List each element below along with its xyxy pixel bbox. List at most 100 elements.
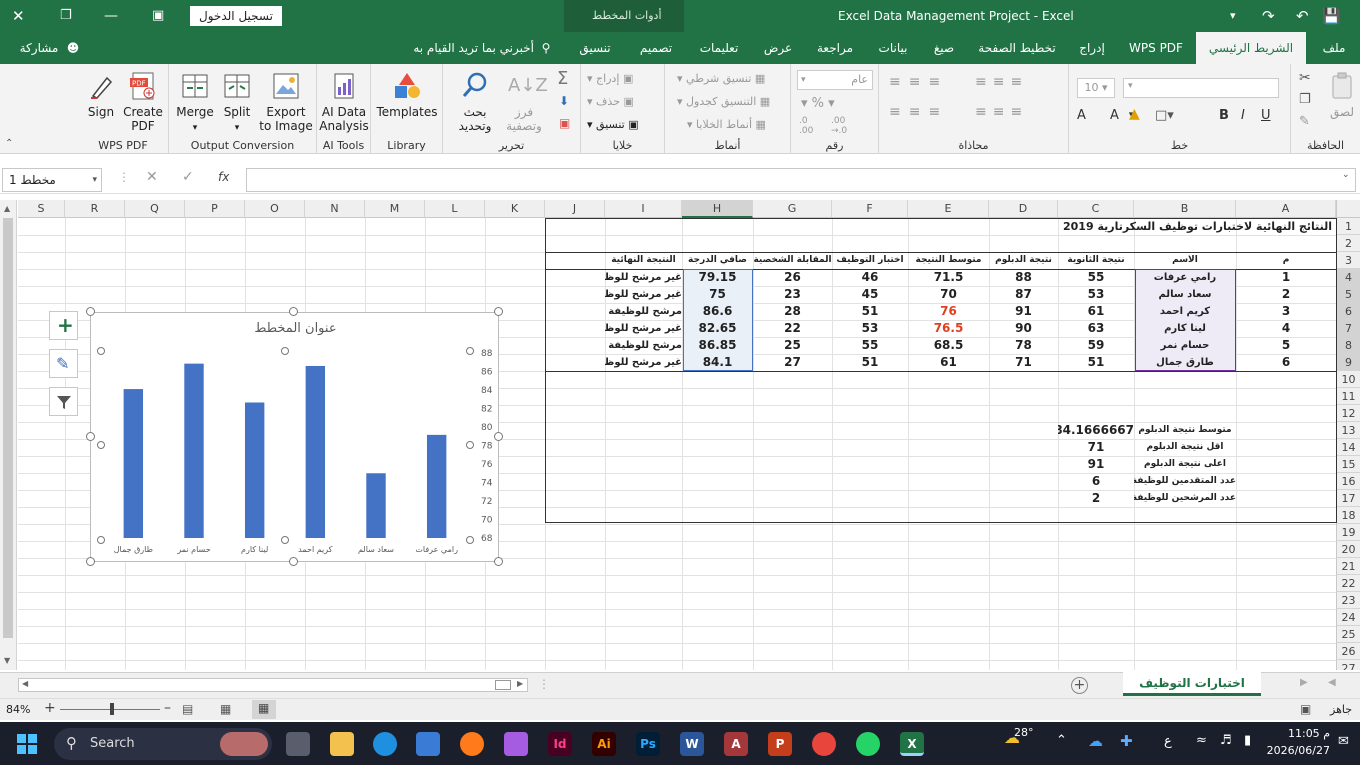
cell-interview[interactable]: 28 — [753, 303, 832, 320]
summary-label[interactable]: اعلى نتيجة الدبلوم — [1134, 456, 1236, 473]
delete-cells-button[interactable]: ▾ حذف ▣ — [587, 95, 634, 108]
bold-icon[interactable]: B — [1219, 108, 1229, 123]
summary-value[interactable]: 84.1666667 — [1058, 422, 1134, 439]
sign-in-button[interactable]: تسجيل الدخول — [190, 6, 282, 26]
task-view-icon[interactable] — [286, 732, 310, 756]
column-header-r[interactable]: R — [65, 200, 125, 218]
cell-name[interactable]: كريم احمد — [1134, 303, 1236, 320]
cell-interview[interactable]: 27 — [753, 354, 832, 371]
zoom-level[interactable]: 84% — [6, 703, 30, 716]
resize-handle-ne[interactable] — [494, 307, 503, 316]
number-format-dropdown[interactable]: ▾ عام — [797, 70, 873, 90]
plot-area-handle[interactable] — [466, 347, 474, 355]
row-header-7[interactable]: 7 — [1336, 320, 1360, 337]
percent-icon[interactable]: ▾ % ▾ — [801, 96, 835, 111]
scroll-last-sheet-icon[interactable]: ▶ — [1300, 677, 1308, 688]
indent-icons[interactable]: ≡≡≡ — [975, 104, 1028, 120]
column-header-k[interactable]: K — [485, 200, 545, 218]
row-header-21[interactable]: 21 — [1336, 558, 1360, 575]
clear-eraser-icon[interactable]: ▣ — [559, 116, 570, 130]
cell-final-result[interactable]: غير مرشح للوظيفة — [605, 320, 682, 337]
plot-area-handle[interactable] — [97, 347, 105, 355]
templates-button[interactable]: Templates — [375, 70, 439, 119]
row-header-17[interactable]: 17 — [1336, 490, 1360, 507]
minimize-icon[interactable]: — — [104, 0, 118, 32]
cell-net-score[interactable]: 75 — [682, 286, 753, 303]
decimal-icon[interactable]: .0.00 — [799, 116, 813, 136]
row-header-5[interactable]: 5 — [1336, 286, 1360, 303]
chart-bar[interactable] — [366, 473, 386, 538]
notifications-icon[interactable]: ✉ — [1338, 734, 1349, 749]
header-secondary[interactable]: نتيجة الثانوية — [1058, 252, 1134, 269]
chart-bar[interactable] — [426, 434, 447, 538]
macro-record-icon[interactable]: ▣ — [1300, 702, 1311, 716]
cell-average-highlight[interactable]: 76.5 — [908, 320, 989, 337]
underline-icon[interactable]: U — [1261, 108, 1271, 123]
vpn-shield-icon[interactable]: ✚ — [1120, 732, 1133, 750]
edge-browser-icon[interactable] — [373, 732, 397, 756]
cancel-entry-icon[interactable]: ✕ — [146, 169, 158, 185]
chart-bar[interactable] — [184, 363, 204, 538]
indesign-icon[interactable]: Id — [548, 732, 572, 756]
chart-elements-button[interactable]: + — [49, 311, 78, 340]
conditional-format-button[interactable]: ▾ تنسيق شرطي ▦ — [677, 72, 765, 85]
select-all-corner[interactable] — [1336, 200, 1360, 218]
insert-cells-button[interactable]: ▾ إدراج ▣ — [587, 72, 633, 85]
taskbar-search-box[interactable]: ⚲ Search — [54, 728, 272, 760]
resize-handle-w[interactable] — [86, 432, 95, 441]
column-header-h[interactable]: H — [682, 200, 753, 218]
cell-interview[interactable]: 26 — [753, 269, 832, 286]
row-header-13[interactable]: 13 — [1336, 422, 1360, 439]
row-header-6[interactable]: 6 — [1336, 303, 1360, 320]
cell-index[interactable]: 4 — [1236, 320, 1336, 337]
cell-final-result[interactable]: غير مرشح للوظيفة — [605, 354, 682, 371]
chart-styles-button[interactable]: ✎ — [49, 349, 78, 378]
zoom-slider-thumb[interactable] — [110, 703, 114, 715]
resize-handle-nw[interactable] — [86, 307, 95, 316]
column-header-q[interactable]: Q — [125, 200, 185, 218]
cell-index[interactable]: 3 — [1236, 303, 1336, 320]
resize-handle-s[interactable] — [289, 557, 298, 566]
show-hidden-icons-icon[interactable]: ⌃ — [1056, 733, 1067, 748]
bar-chart[interactable]: عنوان المخطط 88 86 84 82 80 78 76 74 72 70 68 رامي … — [90, 312, 499, 562]
cut-icon[interactable]: ✂ — [1299, 70, 1311, 86]
header-index[interactable]: م — [1236, 252, 1336, 269]
decimal-decrease-icon[interactable]: .00 →.0 — [831, 116, 847, 136]
cell-final-result[interactable]: غير مرشح للوظيفة — [605, 269, 682, 286]
tab-wps-pdf[interactable]: WPS PDF — [1120, 32, 1192, 64]
export-to-image-button[interactable]: Export to Image — [257, 70, 315, 133]
cell-final-result[interactable]: مرشح للوظيفة — [605, 303, 682, 320]
page-break-view-icon[interactable]: ▤ — [182, 702, 193, 716]
column-header-s[interactable]: S — [18, 200, 65, 218]
header-interview[interactable]: المقابلة الشخصية — [753, 252, 832, 269]
summary-value[interactable]: 6 — [1058, 473, 1134, 490]
format-as-table-button[interactable]: ▾ التنسيق كجدول ▦ — [677, 95, 770, 108]
header-average[interactable]: متوسط النتيجة — [908, 252, 989, 269]
tell-me-search[interactable]: أخبرني بما تريد القيام به — [404, 32, 534, 64]
tab-view[interactable]: عرض — [754, 32, 802, 64]
column-header-l[interactable]: L — [425, 200, 485, 218]
normal-view-button[interactable]: ▦ — [252, 700, 276, 719]
tab-home[interactable]: الشريط الرئيسي — [1196, 32, 1306, 64]
row-header-10[interactable]: 10 — [1336, 371, 1360, 388]
onedrive-icon[interactable]: ☁ — [1088, 732, 1103, 750]
tab-insert[interactable]: إدراج — [1068, 32, 1116, 64]
cell-hiring-test[interactable]: 45 — [832, 286, 908, 303]
insert-function-button[interactable]: fx — [218, 170, 229, 184]
row-header-11[interactable]: 11 — [1336, 388, 1360, 405]
cell-interview[interactable]: 25 — [753, 337, 832, 354]
microsoft-store-icon[interactable] — [416, 732, 440, 756]
cell-styles-button[interactable]: ▾ أنماط الخلايا ▦ — [687, 118, 766, 131]
cell-name[interactable]: طارق جمال — [1134, 354, 1236, 371]
illustrator-icon[interactable]: Ai — [592, 732, 616, 756]
column-header-p[interactable]: P — [185, 200, 245, 218]
cell-interview[interactable]: 22 — [753, 320, 832, 337]
row-header-16[interactable]: 16 — [1336, 473, 1360, 490]
resize-handle-se[interactable] — [494, 557, 503, 566]
paste-button[interactable]: لصق — [1325, 70, 1359, 119]
resize-handle-e[interactable] — [494, 432, 503, 441]
cell-diploma[interactable]: 90 — [989, 320, 1058, 337]
taskbar-clock-time[interactable]: 11:05 م — [1278, 727, 1330, 740]
plot-area-handle[interactable] — [281, 536, 289, 544]
add-sheet-button[interactable]: + — [1071, 677, 1088, 694]
